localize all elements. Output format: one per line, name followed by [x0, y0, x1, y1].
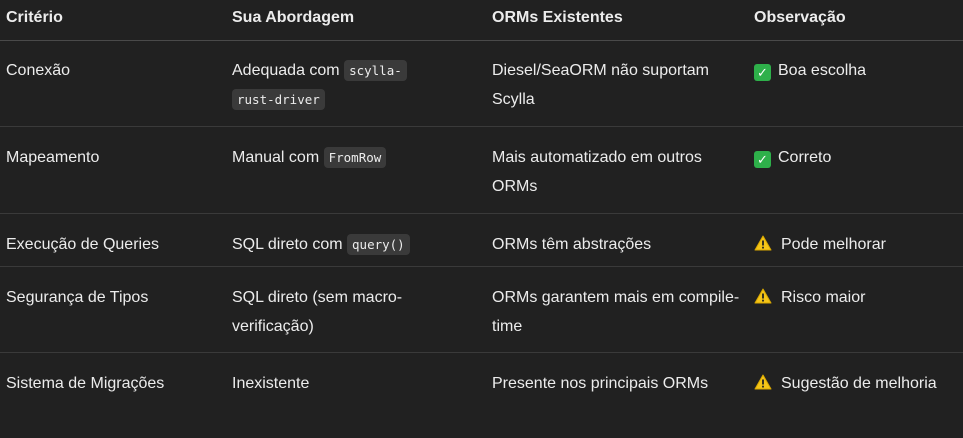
observacao-text: Sugestão de melhoria	[781, 375, 937, 392]
abordagem-text: SQL direto com	[232, 236, 348, 253]
cell-criterio: Mapeamento	[6, 149, 100, 166]
cell-orms: Presente nos principais ORMs	[492, 375, 709, 392]
cell-orms: Diesel/SeaORM não suportam Scylla	[492, 62, 709, 108]
cell-abordagem: SQL direto com query()	[232, 230, 482, 259]
observacao-text: Pode melhorar	[781, 236, 886, 253]
cell-observacao: Pode melhorar	[754, 230, 963, 261]
abordagem-text: Manual com	[232, 149, 324, 166]
warning-icon	[754, 285, 772, 314]
cell-observacao: Risco maior	[754, 283, 963, 314]
observacao-text: Boa escolha	[778, 62, 867, 79]
cell-criterio: Conexão	[6, 62, 71, 79]
cell-orms: Mais automatizado em outros ORMs	[492, 149, 702, 195]
header-orms: ORMs Existentes	[492, 9, 623, 26]
table-row: Sistema de Migrações Inexistente Present…	[0, 353, 963, 438]
cell-abordagem: SQL direto (sem macro-verificação)	[232, 289, 403, 335]
observacao-text: Correto	[778, 149, 832, 166]
abordagem-text: Adequada com	[232, 62, 345, 79]
table-row: Segurança de Tipos SQL direto (sem macro…	[0, 267, 963, 353]
cell-orms: ORMs garantem mais em compile-time	[492, 289, 740, 335]
header-abordagem: Sua Abordagem	[232, 9, 355, 26]
inline-code: scylla-	[344, 60, 407, 81]
cell-abordagem: Adequada com scylla-rust-driver	[232, 56, 482, 114]
inline-code: query()	[347, 234, 410, 255]
cell-abordagem: Manual com FromRow	[232, 143, 482, 172]
inline-code: FromRow	[323, 147, 387, 168]
cell-criterio: Sistema de Migrações	[6, 375, 165, 392]
cell-observacao: ✓ Correto	[754, 143, 963, 172]
warning-icon	[754, 371, 772, 400]
header-criterio: Critério	[6, 9, 63, 26]
cell-orms: ORMs têm abstrações	[492, 236, 652, 253]
table-header: Critério Sua Abordagem ORMs Existentes O…	[0, 0, 963, 41]
cell-observacao: Sugestão de melhoria	[754, 369, 963, 400]
table-row: Execução de Queries SQL direto com query…	[0, 214, 963, 267]
header-observacao: Observação	[754, 9, 846, 26]
cell-observacao: ✓ Boa escolha	[754, 56, 963, 85]
cell-criterio: Segurança de Tipos	[6, 289, 149, 306]
comparison-table: Critério Sua Abordagem ORMs Existentes O…	[0, 0, 963, 438]
observacao-text: Risco maior	[781, 289, 866, 306]
inline-code: rust-driver	[232, 89, 325, 110]
check-icon: ✓	[754, 151, 771, 168]
warning-icon	[754, 232, 772, 261]
cell-abordagem: Inexistente	[232, 375, 310, 392]
table-row: Conexão Adequada com scylla-rust-driver …	[0, 40, 963, 127]
cell-criterio: Execução de Queries	[6, 236, 159, 253]
check-icon: ✓	[754, 64, 771, 81]
table-row: Mapeamento Manual com FromRow Mais autom…	[0, 127, 963, 214]
